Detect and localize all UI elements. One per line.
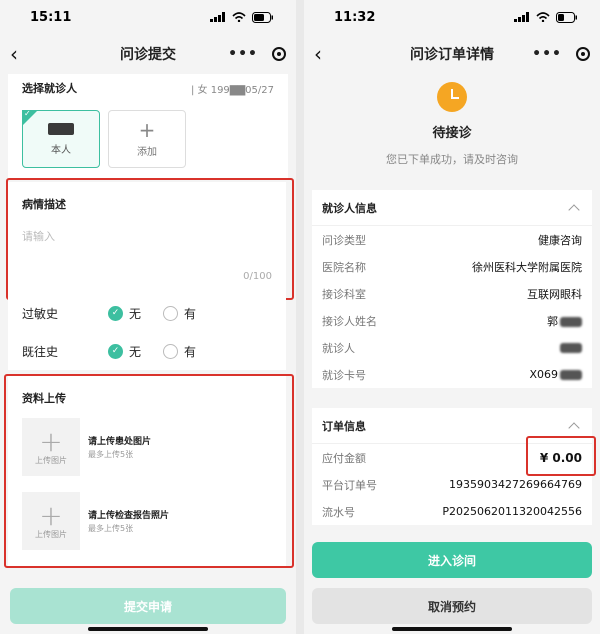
allergy-row: 过敏史 ✓ 无 有 [8,294,286,332]
info-key: 平台订单号 [322,478,377,492]
battery-icon [556,11,577,23]
radio-empty-icon [163,305,179,321]
status-bar: 11:32 [304,0,600,34]
patient-self-label: 本人 [51,144,71,156]
info-value: 郭 [547,313,582,329]
patient-section-title: 选择就诊人 [22,82,77,95]
highlight-description [6,178,294,300]
info-value: X069 [529,368,582,381]
mini-program-capsule: ••• [532,46,590,62]
info-key: 就诊人 [322,341,355,355]
info-value: 互联网眼科 [527,287,582,301]
enter-consult-button[interactable]: 进入诊间 [312,542,592,578]
info-key: 流水号 [322,505,355,519]
allergy-label: 过敏史 [22,306,59,321]
cancel-booking-button[interactable]: 取消预约 [312,588,592,624]
history-no-option[interactable]: ✓ 无 [108,343,141,360]
patient-avatar [48,122,74,135]
nav-bar: ‹ 问诊订单详情 ••• [304,34,600,74]
highlight-amount [526,436,596,476]
card-number-partial: X069 [529,368,558,381]
allergy-yes-label: 有 [184,306,197,321]
order-detail-screen: 11:32 ‹ 问诊订单详情 ••• 待接诊 您已下单成功，请及时咨询 就诊人信… [304,0,600,634]
info-row: 医院名称 徐州医科大学附属医院 [312,253,592,280]
allergy-no-label: 无 [129,306,142,321]
history-row: 既往史 ✓ 无 有 [8,332,286,370]
redacted-mark [560,370,582,380]
submit-button[interactable]: 提交申请 [10,588,286,624]
clock-icon [437,82,467,112]
plus-icon: + [138,117,156,142]
order-info-title: 订单信息 [322,419,366,433]
close-target-icon[interactable] [272,47,286,61]
patient-info-title: 就诊人信息 [322,201,377,215]
info-key: 问诊类型 [322,233,366,247]
info-value [558,341,582,354]
radio-empty-icon [163,343,179,359]
add-patient-button[interactable]: + 添加 [108,110,186,168]
add-patient-label: 添加 [137,146,157,158]
highlight-upload [4,374,294,568]
chevron-up-icon [568,421,580,434]
history-yes-label: 有 [184,344,197,359]
info-row: 问诊类型 健康咨询 [312,226,592,253]
status-subtitle: 您已下单成功，请及时咨询 [386,153,518,166]
history-no-label: 无 [129,344,142,359]
home-indicator [392,627,512,631]
status-time: 15:11 [30,9,72,25]
allergy-yes-option[interactable]: 有 [163,305,196,322]
back-arrow-icon[interactable]: ‹ [314,42,334,66]
info-key: 接诊人姓名 [322,314,377,328]
info-key: 医院名称 [322,260,366,274]
patient-info-card: 就诊人信息 问诊类型 健康咨询 医院名称 徐州医科大学附属医院 接诊科室 互联网眼科 … [312,190,592,388]
wifi-icon [536,12,550,22]
status-icons [514,11,578,23]
more-icon[interactable]: ••• [532,46,562,62]
mini-program-capsule: ••• [228,46,286,62]
signal-icon [210,12,225,22]
info-row: 接诊科室 互联网眼科 [312,280,592,307]
allergy-no-option[interactable]: ✓ 无 [108,305,141,322]
redacted-mark [560,316,582,327]
serial-number-value: P2025062011320042556 [442,505,582,518]
info-row: 就诊人 [312,334,592,361]
order-number-value: 1935903427269664769 [449,478,582,491]
back-arrow-icon[interactable]: ‹ [10,42,30,66]
redacted-mark [560,343,582,353]
patient-section: 选择就诊人 | 女 199▇▇05/27 ✓ 本人 + 添加 [8,74,288,180]
submit-screen: 15:11 ‹ 问诊提交 ••• 选择就诊人 | 女 199▇▇05/27 ✓ … [0,0,296,634]
nav-bar: ‹ 问诊提交 ••• [0,34,296,74]
status-time: 11:32 [334,9,376,25]
status-bar: 15:11 [0,0,296,34]
battery-icon [252,11,273,23]
chevron-up-icon [568,203,580,216]
home-indicator [88,627,208,631]
check-icon: ✓ [24,109,31,118]
status-icons [210,11,274,23]
doctor-name-partial: 郭 [547,314,558,328]
radio-checked-icon: ✓ [108,305,123,321]
info-row: 流水号 P2025062011320042556 [312,498,592,525]
wifi-icon [232,12,246,22]
status-title: 待接诊 [432,126,472,141]
history-yes-option[interactable]: 有 [163,343,196,360]
info-key: 接诊科室 [322,287,366,301]
radio-checked-icon: ✓ [108,343,123,359]
info-key: 就诊卡号 [322,368,366,382]
patient-self-card[interactable]: ✓ 本人 [22,109,100,168]
info-value: 健康咨询 [538,233,582,247]
more-icon[interactable]: ••• [228,46,258,62]
order-status: 待接诊 您已下单成功，请及时咨询 [304,74,600,167]
info-key: 应付金额 [322,451,366,465]
info-value: 徐州医科大学附属医院 [472,260,582,274]
signal-icon [514,12,529,22]
patient-info-header[interactable]: 就诊人信息 [312,190,592,226]
history-label: 既往史 [22,344,59,359]
info-row: 接诊人姓名 郭 [312,307,592,334]
close-target-icon[interactable] [576,47,590,61]
patient-meta: | 女 199▇▇05/27 [190,84,274,96]
info-row: 就诊卡号 X069 [312,361,592,388]
